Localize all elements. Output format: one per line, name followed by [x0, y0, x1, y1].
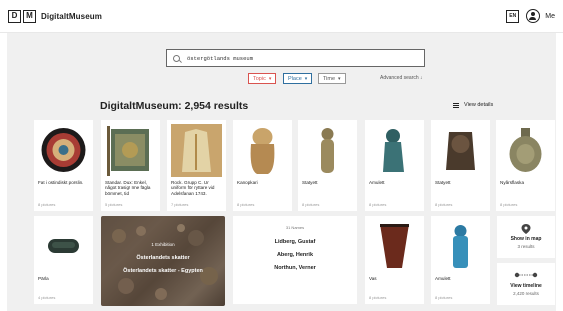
result-card[interactable]: Kanopkari 8 pictures — [233, 120, 292, 211]
show-in-map-count: 3 results — [517, 244, 535, 249]
card-title: Pärla — [38, 276, 49, 281]
advanced-search-label: Advanced search — [380, 75, 419, 81]
canopic-jar-image — [237, 124, 288, 177]
filter-time[interactable]: Time ▾ — [318, 73, 346, 84]
result-card[interactable]: Rock. Grupp C. Ur uniform för ryttare vi… — [167, 120, 226, 211]
search-input[interactable]: östergötlands museum — [166, 49, 425, 67]
user-menu-label[interactable]: Me — [545, 13, 555, 20]
coat-image — [171, 124, 222, 177]
result-card[interactable]: Statyett 8 pictures — [431, 120, 490, 211]
card-pictures: 8 pictures — [435, 295, 453, 300]
card-title: Kanopkari — [237, 180, 258, 185]
bead-image — [38, 220, 89, 273]
statuette-head-image — [435, 124, 486, 177]
site-logo[interactable]: D M DigitaltMuseum — [8, 9, 102, 23]
names-count: 31 Names — [285, 225, 305, 230]
filter-place[interactable]: Place ▾ — [283, 73, 313, 84]
user-icon[interactable] — [526, 9, 541, 23]
exhibition-count: 1 Exhibition — [151, 242, 175, 247]
card-title: Rock. Grupp C. Ur uniform för ryttare vi… — [171, 180, 215, 196]
card-pictures: 4 pictures — [38, 295, 56, 300]
logo-letter-m: M — [23, 9, 36, 23]
result-card[interactable]: Amulett 8 pictures — [431, 216, 490, 304]
statuette-image — [302, 124, 353, 177]
view-details-button[interactable]: View details — [453, 102, 493, 108]
view-timeline-card[interactable]: View timeline 2,420 results — [497, 263, 555, 305]
show-in-map-label: Show in map — [510, 236, 542, 242]
card-pictures: 8 pictures — [369, 202, 387, 207]
search-value: östergötlands museum — [187, 54, 254, 62]
list-icon — [453, 102, 459, 108]
site-name: DigitaltMuseum — [41, 11, 102, 21]
card-title: Standar. Dux: Enkel, något trasig! Ime f… — [105, 180, 151, 196]
chevron-down-icon: ▾ — [304, 75, 308, 82]
result-card[interactable]: Statyett 8 pictures — [298, 120, 357, 211]
flask-image — [500, 124, 551, 177]
filter-topic[interactable]: Topic ▾ — [248, 73, 277, 84]
name-item[interactable]: Aberg, Henrik — [233, 252, 357, 258]
card-pictures: 8 pictures — [38, 202, 56, 207]
result-card[interactable]: Nyårsflaska 8 pictures — [496, 120, 555, 211]
amulet-image — [369, 124, 420, 177]
result-card[interactable]: Amulett 8 pictures — [365, 120, 424, 211]
view-timeline-count: 2,420 results — [513, 291, 539, 296]
banner-image — [105, 124, 156, 177]
filter-time-label: Time — [323, 75, 336, 82]
advanced-search-link[interactable]: Advanced search ↓ — [380, 75, 423, 81]
card-title: Statyett — [435, 180, 451, 185]
card-title: Amulett — [435, 276, 451, 281]
results-title: DigitaltMuseum: 2,954 results — [100, 100, 249, 112]
result-card[interactable]: Standar. Dux: Enkel, något trasig! Ime f… — [101, 120, 160, 211]
result-card[interactable]: Fat i ostindiskt porslin. 8 pictures — [34, 120, 93, 211]
filter-topic-label: Topic — [253, 75, 266, 82]
logo-letter-d: D — [8, 9, 21, 23]
view-timeline-label: View timeline — [510, 283, 542, 289]
result-card[interactable]: Vas 8 pictures — [365, 216, 424, 304]
language-button[interactable]: EN — [506, 9, 520, 23]
name-item[interactable]: Lidberg, Gustaf — [233, 239, 357, 245]
chevron-down-icon: ▾ — [268, 75, 272, 82]
card-pictures: 8 pictures — [302, 202, 320, 207]
exhibition-subtitle: Österlandets skatter - Egypten — [123, 268, 203, 274]
card-pictures: 8 pictures — [369, 295, 387, 300]
card-pictures: 8 pictures — [237, 202, 255, 207]
name-item[interactable]: Northun, Verner — [233, 265, 357, 271]
vase-image — [369, 220, 420, 273]
card-pictures: 8 pictures — [435, 202, 453, 207]
card-title: Statyett — [302, 180, 318, 185]
result-card[interactable]: Pärla 4 pictures — [34, 216, 93, 304]
card-title: Amulett — [369, 180, 385, 185]
search-icon — [173, 54, 180, 62]
card-title: Nyårsflaska — [500, 180, 524, 185]
card-title: Fat i ostindiskt porslin. — [38, 180, 84, 185]
filter-place-label: Place — [288, 75, 302, 82]
plate-image — [38, 124, 89, 177]
show-in-map-card[interactable]: Show in map 3 results — [497, 216, 555, 258]
chevron-down-icon: ▾ — [338, 75, 341, 82]
card-pictures: 8 pictures — [500, 202, 518, 207]
card-pictures: 7 pictures — [171, 202, 189, 207]
location-pin-icon — [521, 224, 531, 234]
card-pictures: 5 pictures — [105, 202, 123, 207]
amulet-blue-image — [435, 220, 486, 273]
exhibition-card[interactable]: 1 Exhibition Österlandets skatter Österl… — [101, 216, 225, 306]
top-bar: D M DigitaltMuseum EN Me — [0, 0, 563, 33]
timeline-icon — [514, 272, 538, 278]
card-title: Vas — [369, 276, 377, 281]
exhibition-title: Österlandets skatter — [136, 255, 190, 261]
view-details-label: View details — [464, 102, 494, 108]
names-card[interactable]: 31 Names Lidberg, Gustaf Aberg, Henrik N… — [233, 216, 357, 304]
